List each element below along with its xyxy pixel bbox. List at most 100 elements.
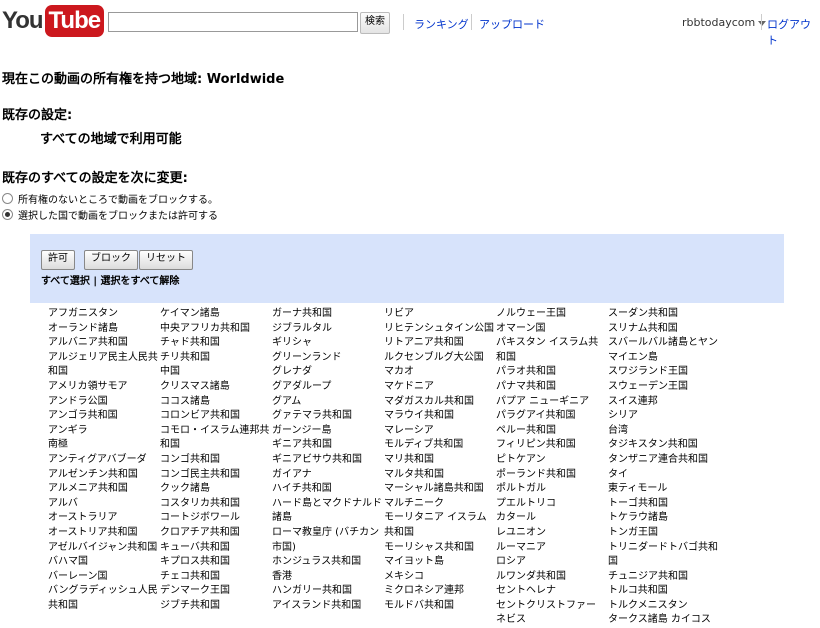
country-item[interactable]: 中国 [160, 365, 272, 380]
upload-link[interactable]: アップロード [479, 16, 545, 32]
search-input[interactable] [108, 12, 358, 32]
country-item[interactable]: ポルトガル [496, 482, 608, 497]
country-item[interactable]: バハマ国 [48, 555, 160, 570]
country-item[interactable]: ギリシャ [272, 336, 384, 351]
country-item[interactable]: キューバ共和国 [160, 541, 272, 556]
country-item[interactable]: ロシア [496, 555, 608, 570]
country-item[interactable]: ギニアビサウ共和国 [272, 453, 384, 468]
country-item[interactable]: アルゼンチン共和国 [48, 468, 160, 483]
country-item[interactable]: アルジェリア民主人民共和国 [48, 351, 160, 380]
country-item[interactable]: パナマ共和国 [496, 380, 608, 395]
block-button[interactable]: ブロック [84, 250, 138, 270]
country-item[interactable]: デンマーク王国 [160, 584, 272, 599]
country-item[interactable]: ノルウェー王国 [496, 307, 608, 322]
country-item[interactable]: マイヨット島 [384, 555, 496, 570]
country-item[interactable]: プエルトリコ [496, 497, 608, 512]
country-item[interactable]: ハイチ共和国 [272, 482, 384, 497]
country-item[interactable]: メキシコ [384, 570, 496, 585]
country-item[interactable]: チュニジア共和国 [608, 570, 720, 585]
country-item[interactable]: ローマ教皇庁 (バチカン市国) [272, 526, 384, 555]
country-item[interactable]: リヒテンシュタイン公国 [384, 322, 496, 337]
country-item[interactable]: コートジボワール [160, 511, 272, 526]
radio-block-selected[interactable]: 選択した国で動画をブロックまたは許可する [2, 207, 218, 222]
country-item[interactable]: タイ [608, 468, 720, 483]
country-item[interactable]: ピトケアン [496, 453, 608, 468]
country-item[interactable]: スリナム共和国 [608, 322, 720, 337]
country-item[interactable]: スーダン共和国 [608, 307, 720, 322]
country-item[interactable]: アフガニスタン [48, 307, 160, 322]
country-item[interactable]: バングラディッシュ人民共和国 [48, 584, 160, 613]
country-item[interactable]: コンゴ共和国 [160, 453, 272, 468]
country-item[interactable]: パラグアイ共和国 [496, 409, 608, 424]
reset-button[interactable]: リセット [139, 250, 193, 270]
country-item[interactable]: グレナダ [272, 365, 384, 380]
country-item[interactable]: 台湾 [608, 424, 720, 439]
select-all-link[interactable]: すべて選択 [41, 276, 90, 287]
country-item[interactable]: キプロス共和国 [160, 555, 272, 570]
country-item[interactable]: トーゴ共和国 [608, 497, 720, 512]
country-item[interactable]: グアダループ [272, 380, 384, 395]
country-item[interactable]: リトアニア共和国 [384, 336, 496, 351]
country-item[interactable]: マダガスカル共和国 [384, 395, 496, 410]
country-item[interactable]: モルディブ共和国 [384, 438, 496, 453]
country-item[interactable]: グァテマラ共和国 [272, 409, 384, 424]
country-item[interactable]: タジキスタン共和国 [608, 438, 720, 453]
youtube-logo[interactable]: You Tube [2, 4, 105, 38]
country-item[interactable]: アンゴラ共和国 [48, 409, 160, 424]
allow-button[interactable]: 許可 [41, 250, 75, 270]
country-item[interactable]: マリ共和国 [384, 453, 496, 468]
country-item[interactable]: セントヘレナ [496, 584, 608, 599]
country-item[interactable]: ケイマン諸島 [160, 307, 272, 322]
country-item[interactable]: グアム [272, 395, 384, 410]
radio-button-selected[interactable] [2, 209, 13, 220]
country-item[interactable]: 南極 [48, 438, 160, 453]
country-item[interactable]: スイス連邦 [608, 395, 720, 410]
country-item[interactable]: タークス諸島 カイコス [608, 613, 720, 628]
country-item[interactable]: オーストラリア [48, 511, 160, 526]
country-item[interactable]: フィリピン共和国 [496, 438, 608, 453]
country-item[interactable]: コスタリカ共和国 [160, 497, 272, 512]
country-item[interactable]: コンゴ民主共和国 [160, 468, 272, 483]
country-item[interactable]: トリニダードトバゴ共和国 [608, 541, 720, 570]
country-item[interactable]: ハンガリー共和国 [272, 584, 384, 599]
radio-button[interactable] [2, 193, 13, 204]
country-item[interactable]: ルーマニア [496, 541, 608, 556]
country-item[interactable]: ルワンダ共和国 [496, 570, 608, 585]
country-item[interactable]: マケドニア [384, 380, 496, 395]
country-item[interactable]: マルタ共和国 [384, 468, 496, 483]
country-item[interactable]: モーリタニア イスラム共和国 [384, 511, 496, 540]
country-item[interactable]: ルクセンブルグ大公国 [384, 351, 496, 366]
country-item[interactable]: ミクロネシア連邦 [384, 584, 496, 599]
country-item[interactable]: トルクメニスタン [608, 599, 720, 614]
country-item[interactable]: トンガ王国 [608, 526, 720, 541]
country-item[interactable]: モルドバ共和国 [384, 599, 496, 614]
country-item[interactable]: セントクリストファー ネビス [496, 599, 608, 628]
country-item[interactable]: モーリシャス共和国 [384, 541, 496, 556]
country-item[interactable]: アゼルバイジャン共和国 [48, 541, 160, 556]
country-item[interactable]: アメリカ領サモア [48, 380, 160, 395]
country-item[interactable]: マルチニーク [384, 497, 496, 512]
country-item[interactable]: リビア [384, 307, 496, 322]
country-item[interactable]: バーレーン国 [48, 570, 160, 585]
country-item[interactable]: 香港 [272, 570, 384, 585]
user-menu[interactable]: rbbtodaycom [682, 16, 767, 29]
country-item[interactable]: アンティグアバブーダ [48, 453, 160, 468]
country-item[interactable]: アイスランド共和国 [272, 599, 384, 614]
country-item[interactable]: カタール [496, 511, 608, 526]
country-item[interactable]: オーストリア共和国 [48, 526, 160, 541]
country-item[interactable]: ペルー共和国 [496, 424, 608, 439]
country-item[interactable]: グリーンランド [272, 351, 384, 366]
radio-block-unowned[interactable]: 所有権のないところで動画をブロックする。 [2, 191, 218, 206]
country-item[interactable]: クック諸島 [160, 482, 272, 497]
deselect-all-link[interactable]: 選択をすべて解除 [101, 276, 180, 287]
country-item[interactable]: ハード島とマクドナルド諸島 [272, 497, 384, 526]
country-item[interactable]: アルバ [48, 497, 160, 512]
country-item[interactable]: オーランド諸島 [48, 322, 160, 337]
country-item[interactable]: スワジランド王国 [608, 365, 720, 380]
country-item[interactable]: マレーシア [384, 424, 496, 439]
country-item[interactable]: ジブチ共和国 [160, 599, 272, 614]
country-item[interactable]: レユニオン [496, 526, 608, 541]
country-item[interactable]: シリア [608, 409, 720, 424]
country-item[interactable]: アルバニア共和国 [48, 336, 160, 351]
country-item[interactable]: ホンジュラス共和国 [272, 555, 384, 570]
